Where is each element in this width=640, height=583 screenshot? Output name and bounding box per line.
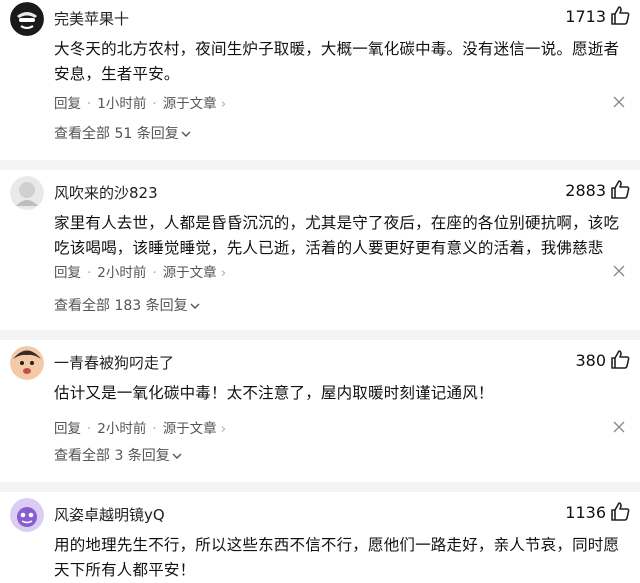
- username[interactable]: 完美苹果十: [54, 8, 129, 29]
- comment-item: 完美苹果十 1713 大冬天的北方农村，夜间生炉子取暖，大概一氧化碳中毒。没有迷…: [0, 2, 640, 152]
- source-link[interactable]: 源于文章: [163, 265, 217, 281]
- chevron-right-icon: ›: [220, 96, 227, 112]
- username[interactable]: 风姿卓越明镜yQ: [54, 504, 165, 525]
- divider: [0, 482, 640, 492]
- avatar[interactable]: [10, 346, 44, 380]
- comment-text: 大冬天的北方农村，夜间生炉子取暖，大概一氧化碳中毒。没有迷信一说。愿逝者安息，生…: [54, 40, 620, 83]
- avatar[interactable]: [10, 2, 44, 36]
- username[interactable]: 风吹来的沙823: [54, 182, 158, 203]
- username[interactable]: 一青春被狗叼走了: [54, 352, 174, 373]
- timestamp: 1小时前: [97, 96, 147, 112]
- thumbs-up-icon[interactable]: [608, 178, 632, 202]
- divider: [0, 330, 640, 340]
- timestamp: 2小时前: [97, 421, 147, 437]
- timestamp: 2小时前: [97, 265, 147, 281]
- avatar[interactable]: [10, 176, 44, 210]
- avatar[interactable]: [10, 498, 44, 532]
- comment-text: 估计又是一氧化碳中毒！太不注意了，屋内取暖时刻谨记通风！: [54, 384, 494, 402]
- close-icon[interactable]: [612, 263, 626, 277]
- comment-meta: 回复 · 2小时前 · 源于文章 ›: [54, 265, 227, 281]
- view-all-replies[interactable]: 查看全部 51 条回复: [54, 123, 191, 143]
- like-count: 1713: [565, 7, 606, 26]
- close-icon[interactable]: [612, 419, 626, 433]
- divider: [0, 160, 640, 170]
- comment-meta: 回复 · 1小时前 · 源于文章 ›: [54, 96, 227, 112]
- like-count: 2883: [565, 181, 606, 200]
- comment-item: 风吹来的沙823 2883 家里有人去世，人都是昏昏沉沉的，尤其是守了夜后，在座…: [0, 176, 640, 326]
- comment-item: 风姿卓越明镜yQ 1136 用的地理先生不行，所以这些东西不信不行，愿他们一路走…: [0, 498, 640, 580]
- comment-text: 用的地理先生不行，所以这些东西不信不行，愿他们一路走好，亲人节哀，同时愿天下所有…: [54, 536, 620, 579]
- thumbs-up-icon[interactable]: [608, 348, 632, 372]
- chevron-down-icon: [181, 126, 191, 142]
- comment-text: 家里有人去世，人都是昏昏沉沉的，尤其是守了夜后，在座的各位别硬抗啊，该吃吃该喝喝…: [54, 214, 620, 257]
- reply-button[interactable]: 回复: [54, 265, 81, 281]
- chevron-down-icon: [190, 298, 200, 314]
- view-all-replies[interactable]: 查看全部 183 条回复: [54, 295, 200, 315]
- like-count: 380: [575, 351, 606, 370]
- chevron-right-icon: ›: [220, 421, 227, 437]
- thumbs-up-icon[interactable]: [608, 500, 632, 524]
- comment-meta: 回复 · 2小时前 · 源于文章 ›: [54, 421, 227, 437]
- comment-item: 一青春被狗叼走了 380 估计又是一氧化碳中毒！太不注意了，屋内取暖时刻谨记通风…: [0, 346, 640, 476]
- close-icon[interactable]: [612, 94, 626, 108]
- source-link[interactable]: 源于文章: [163, 421, 217, 437]
- chevron-right-icon: ›: [220, 265, 227, 281]
- thumbs-up-icon[interactable]: [608, 4, 632, 28]
- like-count: 1136: [565, 503, 606, 522]
- source-link[interactable]: 源于文章: [163, 96, 217, 112]
- reply-button[interactable]: 回复: [54, 421, 81, 437]
- chevron-down-icon: [172, 448, 182, 464]
- comment-list: 完美苹果十 1713 大冬天的北方农村，夜间生炉子取暖，大概一氧化碳中毒。没有迷…: [0, 0, 640, 580]
- reply-button[interactable]: 回复: [54, 96, 81, 112]
- view-all-replies[interactable]: 查看全部 3 条回复: [54, 445, 182, 465]
